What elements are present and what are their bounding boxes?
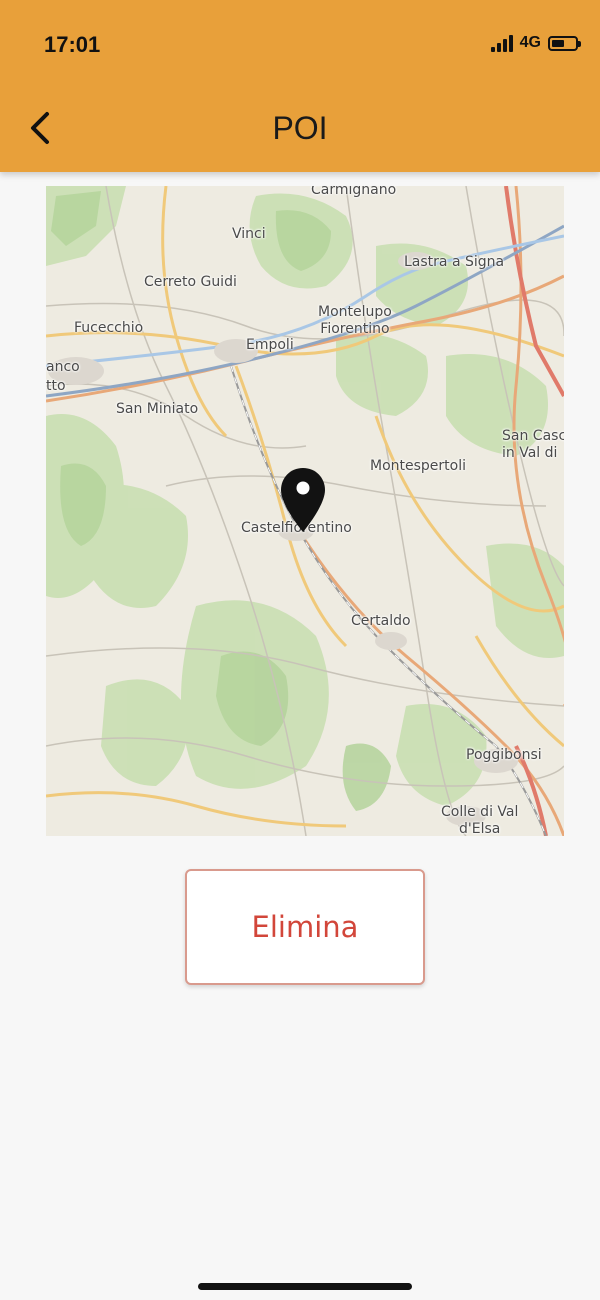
cellular-signal-icon	[490, 34, 513, 52]
map-view[interactable]: Carmignano Vinci Lastra a Signa Cerreto …	[46, 186, 564, 836]
network-type: 4G	[519, 34, 541, 51]
map-label-lastra-a-signa: Lastra a Signa	[404, 254, 505, 270]
map-label-fucecchio: Fucecchio	[74, 320, 144, 336]
status-time: 17:01	[44, 32, 101, 57]
map-label-colle-di-val-d-elsa: Colle di Val d'Elsa	[441, 804, 519, 836]
map-label-certaldo: Certaldo	[351, 613, 411, 629]
home-indicator[interactable]	[198, 1283, 412, 1290]
battery-cap	[578, 40, 581, 47]
map-label-san-casciano: San Casc in Val di	[502, 428, 564, 461]
status-indicators: 4G	[490, 34, 581, 52]
map-label-vinci: Vinci	[232, 226, 266, 242]
map-label-cerreto-guidi: Cerreto Guidi	[144, 274, 237, 290]
delete-button[interactable]: Elimina	[185, 869, 425, 985]
map-label-poggibonsi: Poggibonsi	[466, 747, 542, 763]
battery-level	[552, 39, 564, 47]
map-label-empoli: Empoli	[246, 337, 294, 353]
battery-icon	[548, 35, 581, 51]
map-pin-icon[interactable]	[278, 466, 328, 536]
map-label-tto: tto	[46, 378, 66, 394]
map-label-montelupo-fiorentino: Montelupo Fiorentino	[318, 304, 392, 337]
poi-screen: 17:01 4G POI Carmignano Vinci Lastra a S…	[0, 0, 600, 1300]
app-header: 17:01 4G POI	[0, 0, 600, 172]
page-title: POI	[272, 110, 328, 146]
map-label-carmignano: Carmignano	[311, 186, 397, 198]
map-label-montespertoli: Montespertoli	[370, 458, 467, 474]
map-label-san-miniato: San Miniato	[116, 401, 199, 417]
map-label-anco: anco	[46, 359, 80, 375]
